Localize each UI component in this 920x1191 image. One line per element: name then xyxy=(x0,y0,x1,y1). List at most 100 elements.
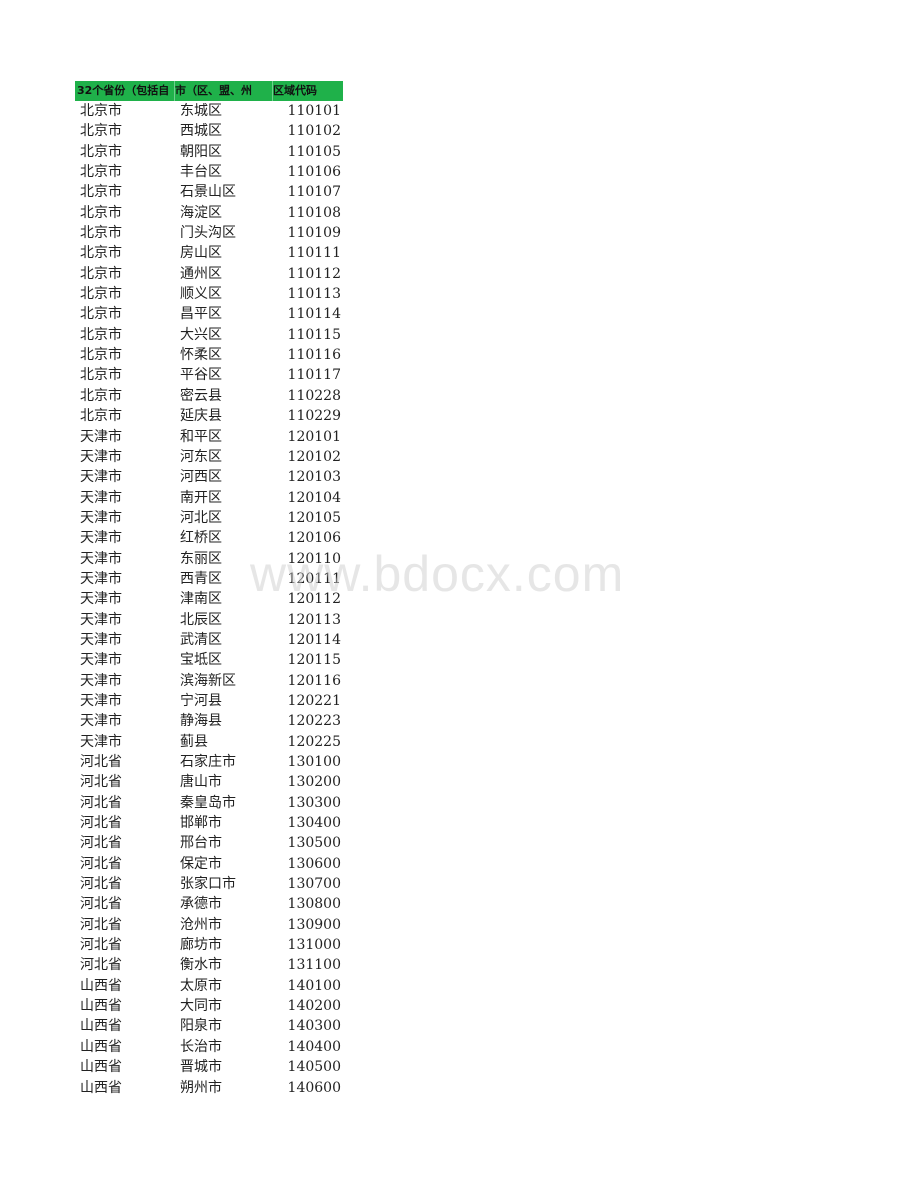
header-province[interactable]: 32个省份（包括自 xyxy=(75,81,175,101)
city-cell[interactable]: 北辰区 xyxy=(175,610,273,630)
province-cell[interactable]: 河北省 xyxy=(75,793,175,813)
province-cell[interactable]: 天津市 xyxy=(75,650,175,670)
region-code-cell[interactable]: 110117 xyxy=(273,365,341,385)
region-code-cell[interactable]: 140500 xyxy=(273,1057,341,1077)
province-cell[interactable]: 北京市 xyxy=(75,203,175,223)
region-code-cell[interactable]: 131100 xyxy=(273,955,341,975)
city-cell[interactable]: 河东区 xyxy=(175,447,273,467)
province-cell[interactable]: 山西省 xyxy=(75,996,175,1016)
city-cell[interactable]: 东丽区 xyxy=(175,549,273,569)
city-cell[interactable]: 阳泉市 xyxy=(175,1016,273,1036)
province-cell[interactable]: 山西省 xyxy=(75,976,175,996)
province-cell[interactable]: 北京市 xyxy=(75,284,175,304)
province-cell[interactable]: 天津市 xyxy=(75,467,175,487)
region-code-cell[interactable]: 131000 xyxy=(273,935,341,955)
city-cell[interactable]: 东城区 xyxy=(175,101,273,121)
city-cell[interactable]: 承德市 xyxy=(175,894,273,914)
city-cell[interactable]: 保定市 xyxy=(175,854,273,874)
province-cell[interactable]: 河北省 xyxy=(75,813,175,833)
region-code-cell[interactable]: 120105 xyxy=(273,508,341,528)
city-cell[interactable]: 长治市 xyxy=(175,1037,273,1057)
city-cell[interactable]: 沧州市 xyxy=(175,915,273,935)
region-code-cell[interactable]: 140100 xyxy=(273,976,341,996)
region-code-cell[interactable]: 120106 xyxy=(273,528,341,548)
region-code-cell[interactable]: 130600 xyxy=(273,854,341,874)
province-cell[interactable]: 天津市 xyxy=(75,711,175,731)
province-cell[interactable]: 北京市 xyxy=(75,345,175,365)
province-cell[interactable]: 河北省 xyxy=(75,915,175,935)
region-code-cell[interactable]: 110116 xyxy=(273,345,341,365)
city-cell[interactable]: 房山区 xyxy=(175,243,273,263)
city-cell[interactable]: 邯郸市 xyxy=(175,813,273,833)
region-code-cell[interactable]: 130100 xyxy=(273,752,341,772)
city-cell[interactable]: 朔州市 xyxy=(175,1078,273,1098)
city-cell[interactable]: 石景山区 xyxy=(175,182,273,202)
region-code-cell[interactable]: 120116 xyxy=(273,671,341,691)
region-code-cell[interactable]: 120110 xyxy=(273,549,341,569)
city-cell[interactable]: 门头沟区 xyxy=(175,223,273,243)
region-code-cell[interactable]: 120102 xyxy=(273,447,341,467)
region-code-cell[interactable]: 130700 xyxy=(273,874,341,894)
province-cell[interactable]: 河北省 xyxy=(75,955,175,975)
city-cell[interactable]: 秦皇岛市 xyxy=(175,793,273,813)
region-code-cell[interactable]: 110108 xyxy=(273,203,341,223)
region-code-cell[interactable]: 110109 xyxy=(273,223,341,243)
city-cell[interactable]: 朝阳区 xyxy=(175,142,273,162)
region-code-cell[interactable]: 110115 xyxy=(273,325,341,345)
province-cell[interactable]: 天津市 xyxy=(75,732,175,752)
city-cell[interactable]: 邢台市 xyxy=(175,833,273,853)
city-cell[interactable]: 怀柔区 xyxy=(175,345,273,365)
header-city[interactable]: 市（区、盟、州 xyxy=(175,81,273,101)
region-code-cell[interactable]: 110228 xyxy=(273,386,341,406)
region-code-cell[interactable]: 130500 xyxy=(273,833,341,853)
province-cell[interactable]: 天津市 xyxy=(75,508,175,528)
province-cell[interactable]: 北京市 xyxy=(75,101,175,121)
city-cell[interactable]: 晋城市 xyxy=(175,1057,273,1077)
province-cell[interactable]: 天津市 xyxy=(75,488,175,508)
region-code-cell[interactable]: 110102 xyxy=(273,121,341,141)
region-code-cell[interactable]: 110229 xyxy=(273,406,341,426)
region-code-cell[interactable]: 120225 xyxy=(273,732,341,752)
region-code-cell[interactable]: 110101 xyxy=(273,101,341,121)
province-cell[interactable]: 河北省 xyxy=(75,833,175,853)
city-cell[interactable]: 密云县 xyxy=(175,386,273,406)
province-cell[interactable]: 天津市 xyxy=(75,528,175,548)
province-cell[interactable]: 山西省 xyxy=(75,1037,175,1057)
city-cell[interactable]: 武清区 xyxy=(175,630,273,650)
city-cell[interactable]: 丰台区 xyxy=(175,162,273,182)
region-code-cell[interactable]: 120114 xyxy=(273,630,341,650)
region-code-cell[interactable]: 110106 xyxy=(273,162,341,182)
region-code-cell[interactable]: 130900 xyxy=(273,915,341,935)
city-cell[interactable]: 太原市 xyxy=(175,976,273,996)
city-cell[interactable]: 廊坊市 xyxy=(175,935,273,955)
province-cell[interactable]: 北京市 xyxy=(75,121,175,141)
region-code-cell[interactable]: 120112 xyxy=(273,589,341,609)
city-cell[interactable]: 西城区 xyxy=(175,121,273,141)
city-cell[interactable]: 蓟县 xyxy=(175,732,273,752)
region-code-cell[interactable]: 120111 xyxy=(273,569,341,589)
city-cell[interactable]: 衡水市 xyxy=(175,955,273,975)
province-cell[interactable]: 河北省 xyxy=(75,874,175,894)
region-code-cell[interactable]: 130200 xyxy=(273,772,341,792)
province-cell[interactable]: 天津市 xyxy=(75,610,175,630)
province-cell[interactable]: 北京市 xyxy=(75,243,175,263)
province-cell[interactable]: 山西省 xyxy=(75,1057,175,1077)
province-cell[interactable]: 山西省 xyxy=(75,1016,175,1036)
province-cell[interactable]: 北京市 xyxy=(75,264,175,284)
city-cell[interactable]: 西青区 xyxy=(175,569,273,589)
province-cell[interactable]: 北京市 xyxy=(75,304,175,324)
province-cell[interactable]: 北京市 xyxy=(75,365,175,385)
city-cell[interactable]: 静海县 xyxy=(175,711,273,731)
city-cell[interactable]: 昌平区 xyxy=(175,304,273,324)
region-code-cell[interactable]: 110111 xyxy=(273,243,341,263)
province-cell[interactable]: 天津市 xyxy=(75,671,175,691)
region-code-cell[interactable]: 120115 xyxy=(273,650,341,670)
region-code-cell[interactable]: 120221 xyxy=(273,691,341,711)
region-code-cell[interactable]: 110114 xyxy=(273,304,341,324)
header-region-code[interactable]: 区域代码 xyxy=(273,81,343,101)
city-cell[interactable]: 石家庄市 xyxy=(175,752,273,772)
region-code-cell[interactable]: 120103 xyxy=(273,467,341,487)
province-cell[interactable]: 河北省 xyxy=(75,935,175,955)
region-code-cell[interactable]: 140300 xyxy=(273,1016,341,1036)
city-cell[interactable]: 河西区 xyxy=(175,467,273,487)
